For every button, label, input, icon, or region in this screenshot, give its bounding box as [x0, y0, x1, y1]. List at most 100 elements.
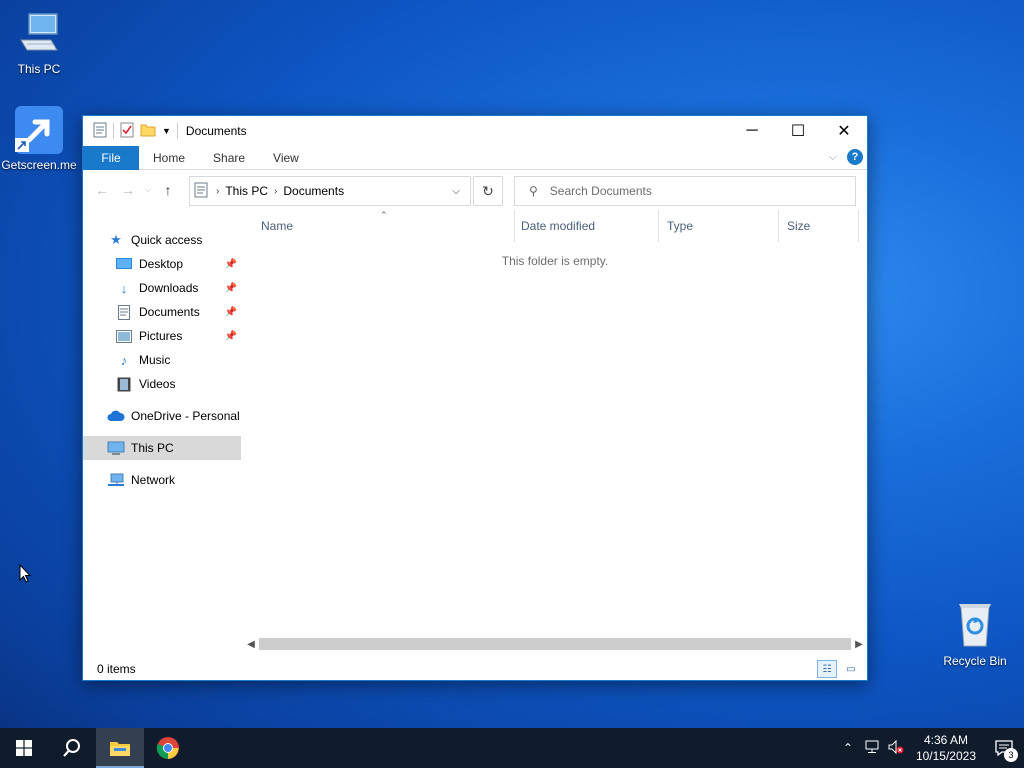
large-icons-view-icon[interactable]: ▭: [841, 660, 861, 678]
new-folder-icon[interactable]: [140, 122, 156, 141]
documents-location-icon: [194, 182, 208, 201]
tab-file[interactable]: File: [83, 145, 139, 170]
scrollbar-thumb[interactable]: [259, 638, 851, 650]
file-explorer-window: ▼ Documents ─ ☐ ✕ File Home Share View ⌵…: [82, 115, 868, 681]
horizontal-scrollbar[interactable]: ◀ ▶: [243, 636, 867, 652]
sidebar-item-label: Quick access: [131, 233, 203, 247]
tab-home[interactable]: Home: [139, 151, 199, 165]
forward-button[interactable]: →: [115, 182, 141, 198]
tab-share[interactable]: Share: [199, 151, 259, 165]
taskbar-chrome[interactable]: [144, 728, 192, 768]
ribbon-right-controls: ⌵ ?: [829, 149, 863, 165]
refresh-button[interactable]: ↻: [473, 176, 503, 206]
file-list: ⌃ Name Date modified Type Size This fold…: [243, 210, 867, 658]
expand-ribbon-chevron-icon[interactable]: ⌵: [829, 151, 837, 164]
clock-date: 10/15/2023: [915, 749, 976, 763]
breadcrumb-documents[interactable]: Documents: [283, 184, 344, 198]
view-toggle: ☷ ▭: [817, 660, 861, 678]
desktop-icon-this-pc[interactable]: This PC: [1, 10, 77, 76]
minimize-button[interactable]: ─: [729, 116, 775, 146]
sidebar-item-label: Network: [131, 473, 176, 487]
clock-time: 4:36 AM: [923, 733, 968, 747]
windows-logo-icon: [16, 740, 32, 756]
recent-locations-dropdown[interactable]: ⌵: [141, 185, 155, 195]
sidebar-item-documents[interactable]: Documents 📌: [83, 300, 241, 324]
clock[interactable]: 4:36 AM 10/15/2023: [916, 732, 976, 764]
document-icon: [115, 304, 133, 320]
sidebar-item-desktop[interactable]: Desktop 📌: [83, 252, 241, 276]
taskbar: ⌃ 4:36 AM 10/15/2023 3: [0, 728, 1024, 768]
address-bar[interactable]: › This PC › Documents ⌵: [189, 176, 471, 206]
column-name[interactable]: Name: [243, 210, 515, 242]
column-headers: ⌃ Name Date modified Type Size: [243, 210, 867, 242]
column-size[interactable]: Size: [779, 210, 859, 242]
computer-icon: [15, 10, 63, 58]
sidebar-item-videos[interactable]: Videos: [83, 372, 241, 396]
up-button[interactable]: ↑: [155, 182, 181, 198]
customize-toolbar-dropdown-icon[interactable]: ▼: [162, 126, 171, 136]
search-icon: [63, 739, 80, 757]
search-icon: ⚲: [529, 184, 538, 198]
quick-access-toolbar: ▼: [83, 122, 178, 141]
desktop-icon-label: Getscreen.me: [1, 158, 77, 172]
sidebar-item-label: Downloads: [139, 281, 199, 295]
sidebar-item-label: Videos: [139, 377, 176, 391]
scroll-right-icon[interactable]: ▶: [851, 639, 867, 650]
search-button[interactable]: [48, 728, 96, 768]
desktop-icon-label: This PC: [17, 62, 61, 76]
sidebar-item-label: Documents: [139, 305, 200, 319]
toolbar-divider: [176, 123, 178, 139]
column-type[interactable]: Type: [659, 210, 779, 242]
desktop-icon-getscreen[interactable]: Getscreen.me: [1, 106, 77, 172]
scroll-left-icon[interactable]: ◀: [243, 639, 259, 650]
address-history-dropdown-icon[interactable]: ⌵: [442, 177, 470, 205]
star-icon: ★: [110, 232, 122, 247]
sidebar-item-pictures[interactable]: Pictures 📌: [83, 324, 241, 348]
show-hidden-icons-chevron-icon[interactable]: ⌃: [836, 741, 860, 755]
pictures-icon: [115, 328, 133, 344]
desktop-icon-label: Recycle Bin: [943, 654, 1007, 668]
pin-icon[interactable]: 📌: [225, 259, 237, 270]
action-center-button[interactable]: 3: [984, 728, 1024, 768]
details-view-icon[interactable]: ☷: [817, 660, 837, 678]
properties-icon[interactable]: [93, 122, 107, 141]
sidebar-item-label: Pictures: [139, 329, 183, 343]
volume-muted-icon[interactable]: [884, 739, 908, 757]
back-button[interactable]: ←: [89, 182, 115, 198]
start-button[interactable]: [0, 728, 48, 768]
tab-view[interactable]: View: [259, 151, 313, 165]
close-button[interactable]: ✕: [821, 116, 867, 146]
computer-icon: [107, 440, 125, 456]
sidebar-item-music[interactable]: ♪ Music: [83, 348, 241, 372]
title-bar[interactable]: ▼ Documents ─ ☐ ✕: [83, 116, 867, 146]
close-icon: ✕: [837, 123, 851, 140]
taskbar-file-explorer[interactable]: [96, 728, 144, 768]
network-status-icon[interactable]: [860, 740, 884, 757]
column-date-modified[interactable]: Date modified: [515, 210, 659, 242]
sidebar-item-network[interactable]: Network: [83, 468, 241, 492]
help-icon[interactable]: ?: [847, 149, 863, 165]
notification-count-badge: 3: [1004, 748, 1018, 762]
sidebar-item-downloads[interactable]: ↓ Downloads 📌: [83, 276, 241, 300]
navigation-pane: ★ Quick access Desktop 📌 ↓ Downloads 📌 D…: [83, 210, 241, 658]
music-note-icon: ♪: [120, 352, 128, 368]
pin-icon[interactable]: 📌: [225, 307, 237, 318]
cloud-icon: [107, 408, 125, 424]
download-arrow-icon: ↓: [120, 280, 128, 296]
breadcrumb-chevron-icon[interactable]: ›: [216, 186, 219, 197]
maximize-button[interactable]: ☐: [775, 116, 821, 146]
breadcrumb-chevron-icon[interactable]: ›: [274, 186, 277, 197]
breadcrumb-this-pc[interactable]: This PC: [225, 184, 268, 198]
folder-icon: [110, 742, 130, 756]
pin-icon[interactable]: 📌: [225, 283, 237, 294]
sidebar-item-quick-access[interactable]: ★ Quick access: [83, 228, 241, 252]
sidebar-item-this-pc[interactable]: This PC: [83, 436, 241, 460]
search-placeholder: Search Documents: [549, 184, 652, 198]
desktop-icon-recycle-bin[interactable]: Recycle Bin: [937, 602, 1013, 668]
pin-icon[interactable]: 📌: [225, 331, 237, 342]
search-box[interactable]: ⚲ Search Documents: [514, 176, 856, 206]
ribbon-tabs: File Home Share View ⌵ ?: [83, 145, 867, 170]
checkmark-properties-icon[interactable]: [120, 122, 134, 141]
mouse-cursor-icon: [19, 563, 32, 586]
sidebar-item-onedrive[interactable]: OneDrive - Personal: [83, 404, 241, 428]
